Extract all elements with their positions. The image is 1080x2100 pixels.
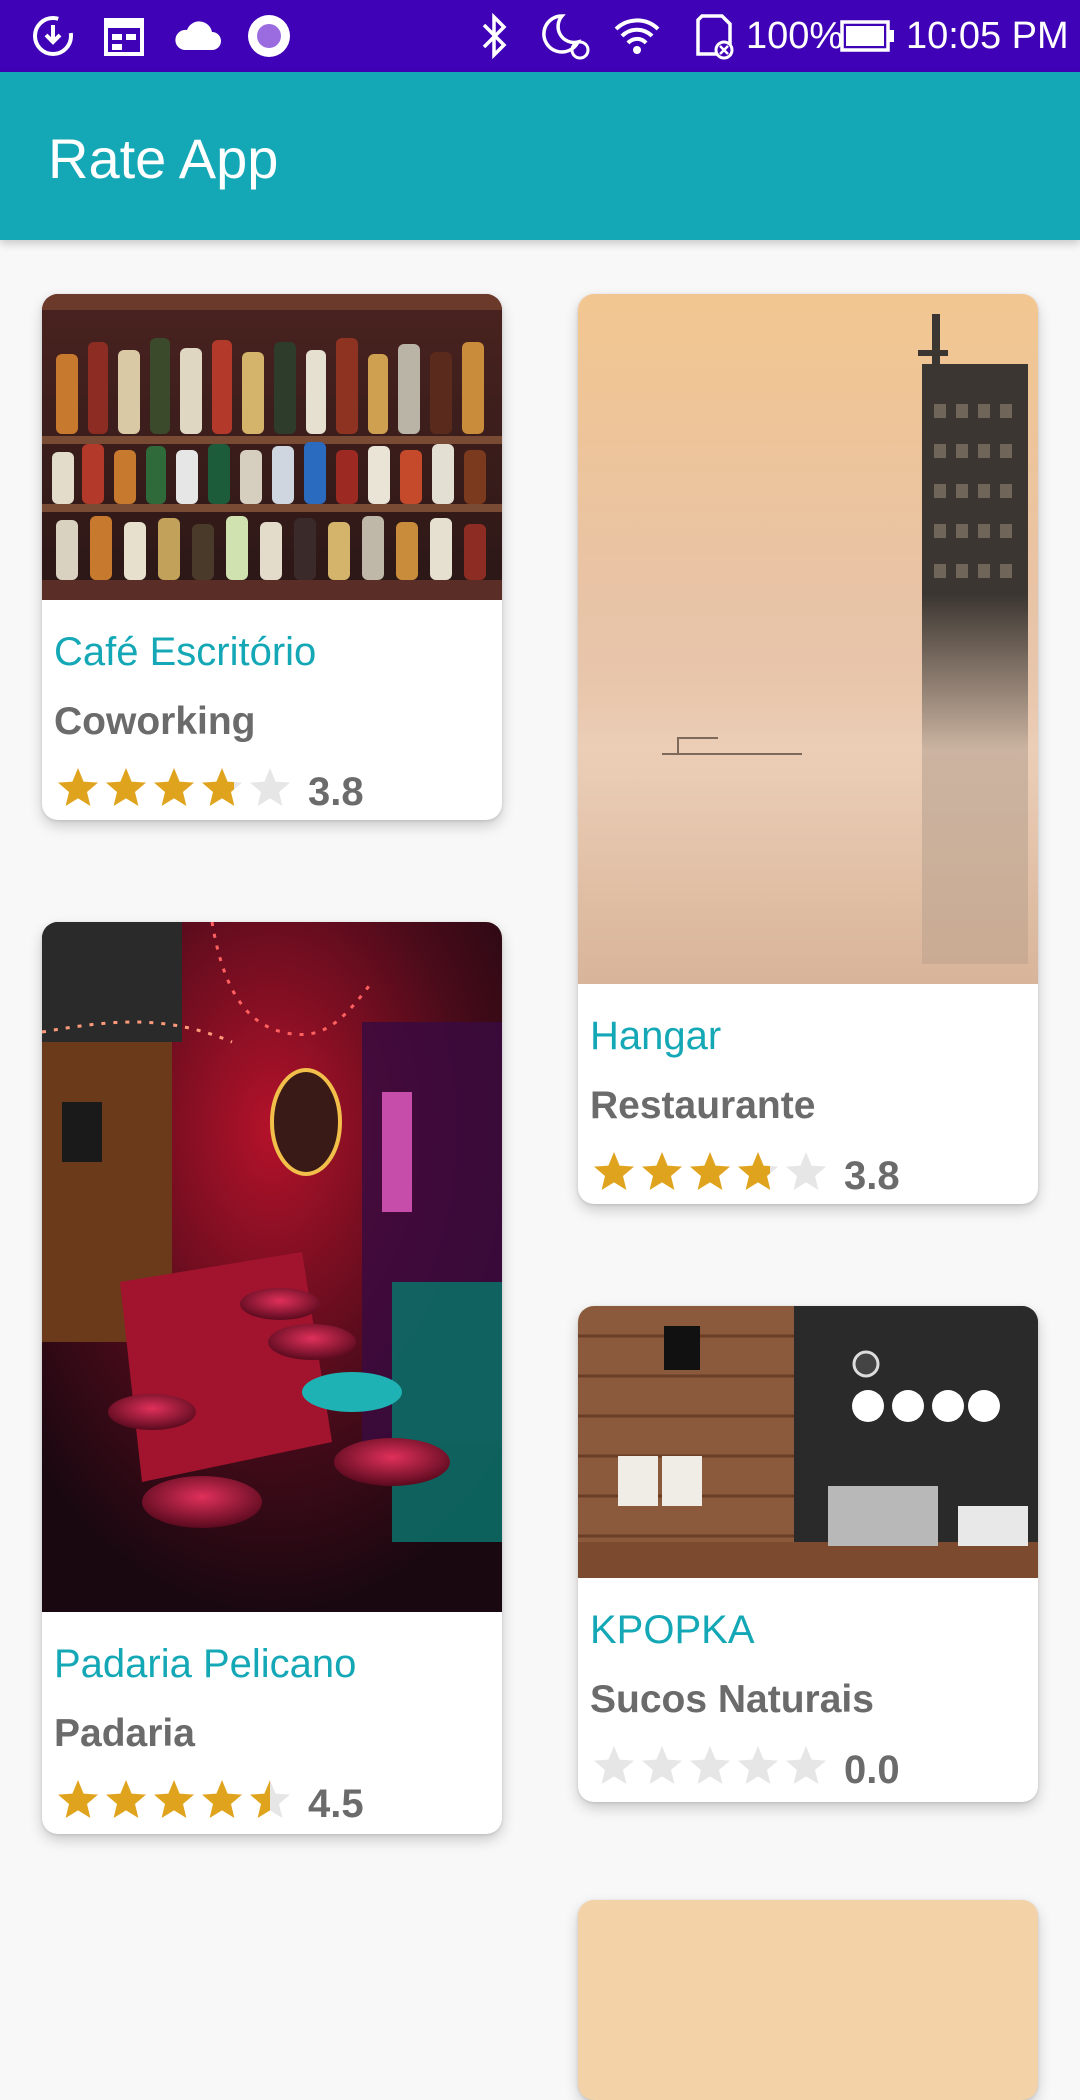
star-icon [250, 767, 290, 806]
battery-percent: 100% [746, 15, 844, 57]
star-icon [250, 1779, 290, 1818]
foggy-skyscraper-photo [578, 294, 1038, 984]
rating-stars: 4.5 [54, 1772, 364, 1827]
do-not-disturb-moon-icon [540, 12, 592, 60]
place-card[interactable]: KPOPKA Sucos Naturais 0.0 [578, 1306, 1038, 1802]
star-icon [642, 1745, 682, 1784]
star-icon [58, 767, 98, 806]
rating-value: 4.5 [308, 1782, 364, 1826]
star-icon [154, 1779, 194, 1818]
star-icon [106, 767, 146, 806]
place-category: Restaurante [590, 1084, 816, 1127]
star-icon [202, 1779, 242, 1818]
bluetooth-icon [476, 12, 512, 60]
star-icon [690, 1151, 730, 1190]
bar-shelf-bottles-photo [42, 294, 502, 600]
download-icon [30, 12, 76, 60]
rating-value: 3.8 [844, 1154, 900, 1198]
clock: 10:05 PM [906, 15, 1069, 57]
star-icon [154, 767, 194, 806]
star-icon [594, 1151, 634, 1190]
star-icon [594, 1745, 634, 1784]
place-name: Padaria Pelicano [54, 1642, 357, 1686]
place-name: Hangar [590, 1014, 722, 1058]
place-card[interactable]: Hangar Restaurante 3.8 [578, 294, 1038, 1204]
star-icon [690, 1745, 730, 1784]
star-icon [738, 1745, 778, 1784]
wifi-icon [612, 12, 662, 60]
star-icon [642, 1151, 682, 1190]
rating-stars: 0.0 [590, 1738, 900, 1793]
rating-value: 3.8 [308, 770, 364, 814]
status-bar: 100% 10:05 PM [0, 0, 1080, 72]
rating-value: 0.0 [844, 1748, 900, 1792]
neon-bar-stools-photo [42, 922, 502, 1612]
cafe-counter-wood-wall-photo [578, 1306, 1038, 1578]
calendar-icon [102, 12, 146, 60]
battery-icon [840, 12, 896, 60]
place-category: Sucos Naturais [590, 1678, 874, 1721]
star-icon [202, 767, 242, 806]
star-icon [106, 1779, 146, 1818]
place-category: Coworking [54, 700, 256, 743]
app-title: Rate App [48, 127, 279, 190]
star-icon [738, 1151, 778, 1190]
place-category: Padaria [54, 1712, 195, 1755]
place-card[interactable] [578, 1900, 1038, 2100]
place-name: KPOPKA [590, 1608, 755, 1652]
sd-card-icon [690, 12, 736, 60]
rating-stars: 3.8 [590, 1144, 900, 1199]
rating-stars: 3.8 [54, 760, 364, 815]
circle-app-icon [246, 12, 292, 60]
place-card[interactable]: Padaria Pelicano Padaria 4.5 [42, 922, 502, 1834]
app-bar: Rate App [0, 72, 1080, 240]
place-name: Café Escritório [54, 630, 317, 674]
star-icon [58, 1779, 98, 1818]
place-card[interactable]: Café Escritório Coworking 3.8 [42, 294, 502, 820]
star-icon [786, 1151, 826, 1190]
star-icon [786, 1745, 826, 1784]
cloud-icon [172, 12, 222, 60]
